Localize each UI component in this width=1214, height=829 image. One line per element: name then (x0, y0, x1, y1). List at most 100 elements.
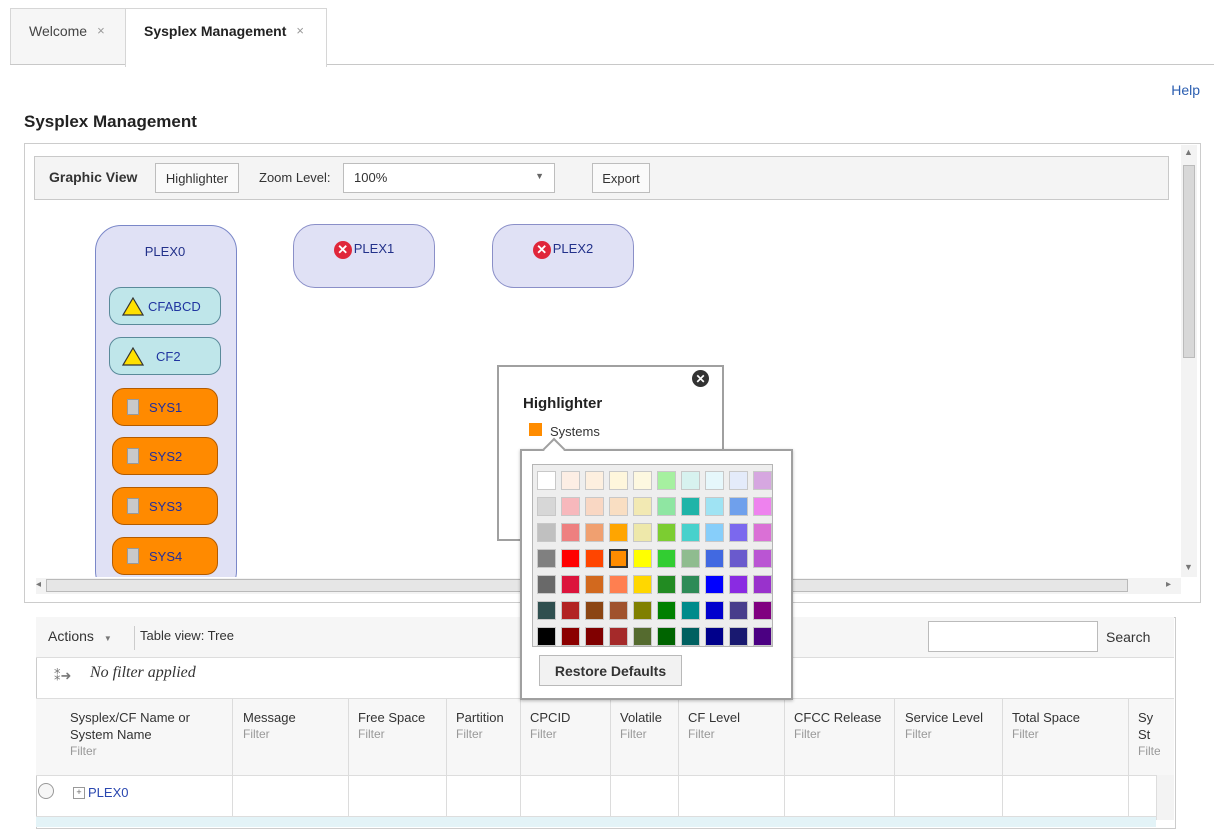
color-swatch[interactable] (753, 549, 772, 568)
zoom-level-select[interactable]: 100% ▼ (343, 163, 555, 193)
col-filter[interactable]: Filter (905, 726, 983, 743)
color-swatch[interactable] (537, 627, 556, 646)
sys-node-sys1[interactable]: SYS1 (112, 388, 218, 426)
close-icon[interactable]: ✕ (692, 370, 709, 387)
color-swatch[interactable] (729, 575, 748, 594)
row-radio[interactable] (38, 783, 54, 799)
color-swatch[interactable] (585, 575, 604, 594)
color-swatch[interactable] (681, 549, 700, 568)
highlighter-button[interactable]: Highlighter (155, 163, 239, 193)
color-swatch[interactable] (633, 523, 652, 542)
close-icon[interactable]: × (296, 23, 304, 38)
col-filter[interactable]: Filter (358, 726, 425, 743)
col-filter[interactable]: Filter (456, 726, 504, 743)
color-swatch[interactable] (657, 601, 676, 620)
export-button[interactable]: Export (592, 163, 650, 193)
color-swatch[interactable] (753, 575, 772, 594)
color-swatch[interactable] (609, 471, 628, 490)
color-swatch[interactable] (753, 523, 772, 542)
col-filter[interactable]: Filter (620, 726, 662, 743)
color-swatch[interactable] (657, 575, 676, 594)
scroll-right-icon[interactable]: ▸ (1166, 579, 1171, 590)
sys-node-sys3[interactable]: SYS3 (112, 487, 218, 525)
systems-label[interactable]: Systems (550, 424, 600, 439)
expand-icon[interactable]: + (73, 787, 85, 799)
col-service-level[interactable]: Service Level Filter (905, 709, 983, 743)
color-swatch[interactable] (729, 497, 748, 516)
color-swatch[interactable] (657, 523, 676, 542)
scroll-up-icon[interactable]: ▲ (1184, 147, 1193, 157)
color-swatch[interactable] (753, 471, 772, 490)
scroll-left-icon[interactable]: ◂ (36, 579, 41, 590)
color-swatch[interactable] (609, 549, 628, 568)
color-swatch[interactable] (537, 497, 556, 516)
table-row[interactable] (36, 817, 1156, 827)
color-swatch[interactable] (561, 601, 580, 620)
col-total-space[interactable]: Total Space Filter (1012, 709, 1080, 743)
systems-color-swatch[interactable] (529, 423, 542, 436)
color-swatch[interactable] (705, 523, 724, 542)
color-swatch[interactable] (561, 523, 580, 542)
color-swatch[interactable] (729, 601, 748, 620)
color-swatch[interactable] (705, 575, 724, 594)
tab-welcome[interactable]: Welcome × (10, 8, 126, 64)
color-swatch[interactable] (681, 471, 700, 490)
row-name-link[interactable]: PLEX0 (88, 785, 128, 800)
color-swatch[interactable] (537, 601, 556, 620)
color-swatch[interactable] (585, 601, 604, 620)
color-swatch[interactable] (537, 471, 556, 490)
color-swatch[interactable] (585, 523, 604, 542)
color-swatch[interactable] (585, 497, 604, 516)
color-swatch[interactable] (561, 549, 580, 568)
search-input[interactable] (928, 621, 1098, 652)
col-filter[interactable]: Filter (530, 726, 570, 743)
color-swatch[interactable] (609, 627, 628, 646)
color-swatch[interactable] (609, 523, 628, 542)
color-swatch[interactable] (633, 497, 652, 516)
table-view-selector[interactable]: Table view: Tree (140, 628, 234, 643)
table-vertical-scrollbar[interactable] (1156, 775, 1174, 820)
col-filter[interactable]: Filter (70, 743, 190, 760)
color-swatch[interactable] (657, 497, 676, 516)
color-swatch[interactable] (537, 523, 556, 542)
actions-menu[interactable]: Actions ▼ (48, 628, 112, 644)
close-icon[interactable]: × (97, 23, 105, 38)
color-swatch[interactable] (561, 575, 580, 594)
col-sysplex-name[interactable]: Sysplex/CF Name or System Name Filter (70, 709, 190, 760)
color-swatch[interactable] (705, 549, 724, 568)
col-partition[interactable]: Partition Filter (456, 709, 504, 743)
color-swatch[interactable] (633, 601, 652, 620)
filter-icon[interactable]: ⁑➜ (54, 668, 71, 684)
color-swatch[interactable] (681, 601, 700, 620)
color-swatch[interactable] (537, 575, 556, 594)
color-swatch[interactable] (729, 523, 748, 542)
tab-sysplex-management[interactable]: Sysplex Management × (125, 8, 327, 67)
color-swatch[interactable] (537, 549, 556, 568)
col-system-status[interactable]: Sy St Filter (1138, 709, 1160, 760)
vertical-scroll-thumb[interactable] (1183, 165, 1195, 358)
color-swatch[interactable] (633, 471, 652, 490)
col-filter[interactable]: Filter (243, 726, 296, 743)
color-swatch[interactable] (561, 497, 580, 516)
color-swatch[interactable] (705, 627, 724, 646)
col-filter[interactable]: Filter (1012, 726, 1080, 743)
color-swatch[interactable] (561, 471, 580, 490)
col-filter[interactable]: Filter (1138, 743, 1160, 760)
help-link[interactable]: Help (1171, 82, 1200, 98)
color-swatch[interactable] (657, 627, 676, 646)
cf-node-cfabcd[interactable]: CFABCD (109, 287, 221, 325)
color-swatch[interactable] (585, 471, 604, 490)
color-swatch[interactable] (705, 471, 724, 490)
col-cf-level[interactable]: CF Level Filter (688, 709, 740, 743)
color-swatch[interactable] (729, 471, 748, 490)
plex1-node[interactable]: ✕ PLEX1 (293, 224, 435, 288)
search-button[interactable]: Search (1106, 629, 1150, 645)
color-swatch[interactable] (705, 497, 724, 516)
restore-defaults-button[interactable]: Restore Defaults (539, 655, 682, 686)
color-swatch[interactable] (609, 575, 628, 594)
color-swatch[interactable] (633, 627, 652, 646)
color-swatch[interactable] (753, 497, 772, 516)
color-swatch[interactable] (705, 601, 724, 620)
color-swatch[interactable] (681, 575, 700, 594)
color-swatch[interactable] (729, 627, 748, 646)
